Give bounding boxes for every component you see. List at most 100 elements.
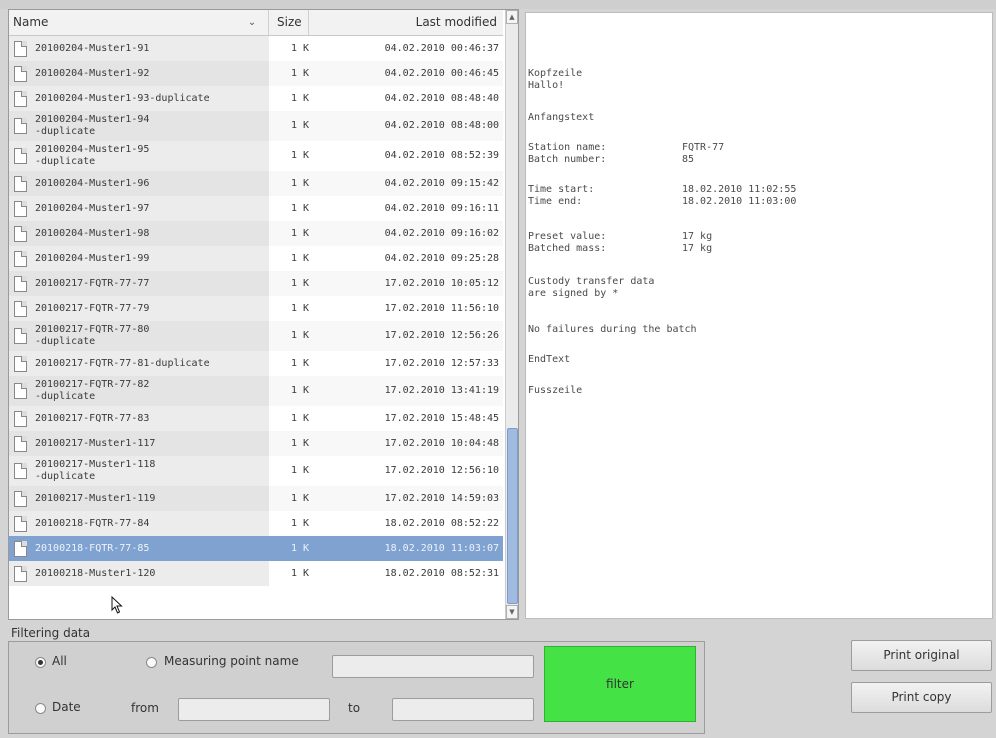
sort-chevron-down-icon[interactable]: ⌄ — [245, 10, 259, 35]
row-file-name: 20100204-Muster1-93-duplicate — [35, 93, 267, 105]
date-to-input[interactable] — [392, 698, 534, 721]
table-row[interactable]: 20100217-Muster1-118 -duplicate 1 K 17.02.2… — [9, 456, 503, 486]
row-file-size: 1 K — [291, 227, 310, 239]
scrollbar-thumb[interactable] — [507, 428, 518, 604]
row-last-modified: 04.02.2010 09:15:42 — [384, 177, 499, 189]
table-row[interactable]: 20100217-Muster1-117 1 K 17.02.2010 10:04:… — [9, 431, 503, 456]
scroll-up-arrow-icon[interactable]: ▲ — [506, 10, 518, 24]
file-icon — [14, 148, 27, 164]
preview-line-label: Anfangstext — [528, 112, 595, 123]
preview-line-value: 18.02.2010 11:03:00 — [682, 196, 797, 207]
preview-line-label: Hallo! — [528, 80, 565, 91]
radio-all[interactable] — [35, 657, 46, 668]
row-file-size: 1 K — [291, 67, 310, 79]
table-row[interactable]: 20100217-FQTR-77-81-duplicate 1 K 17.02.20… — [9, 351, 503, 376]
row-file-size: 1 K — [291, 177, 310, 189]
column-header-size[interactable]: Size — [269, 10, 309, 35]
row-file-size: 1 K — [291, 120, 310, 131]
column-header-modified[interactable]: Last modified — [309, 10, 503, 35]
print-original-button[interactable]: Print original — [851, 640, 992, 671]
row-file-name: 20100217-Muster1-118 -duplicate — [35, 459, 267, 483]
row-file-size: 1 K — [291, 412, 310, 424]
table-row[interactable]: 20100204-Muster1-99 1 K 04.02.2010 09:25:2… — [9, 246, 503, 271]
row-file-name-line: 20100217-Muster1-119 — [35, 492, 156, 504]
file-icon — [14, 565, 27, 582]
row-file-size: 1 K — [291, 437, 310, 449]
print-copy-button[interactable]: Print copy — [851, 682, 992, 713]
date-from-label: from — [131, 701, 159, 715]
preview-line-label: Time start: — [528, 184, 595, 195]
row-file-name-line: 20100204-Muster1-94 — [35, 114, 150, 125]
file-icon — [14, 275, 27, 292]
row-file-name: 20100217-FQTR-77-80 -duplicate — [35, 324, 267, 348]
measuring-point-input[interactable] — [332, 655, 534, 678]
row-file-size: 1 K — [291, 202, 310, 214]
table-row[interactable]: 20100204-Muster1-98 1 K 04.02.2010 09:16:0… — [9, 221, 503, 246]
row-last-modified: 17.02.2010 12:56:10 — [384, 465, 499, 476]
file-icon — [14, 225, 27, 242]
preview-line-value: 85 — [682, 154, 695, 165]
column-header-name[interactable]: Name — [9, 10, 269, 35]
table-row[interactable]: 20100217-FQTR-77-82 -duplicate 1 K 17.02.20… — [9, 376, 503, 406]
scroll-down-arrow-icon[interactable]: ▼ — [506, 605, 518, 619]
radio-date[interactable] — [35, 703, 46, 714]
file-icon — [14, 463, 27, 479]
row-file-name-line: 20100204-Muster1-93-duplicate — [35, 92, 210, 104]
row-file-size: 1 K — [291, 385, 310, 396]
file-icon — [14, 540, 27, 557]
table-row[interactable]: 20100204-Muster1-97 1 K 04.02.2010 09:16:1… — [9, 196, 503, 221]
table-row[interactable]: 20100204-Muster1-94 -duplicate 1 K 04.02.20… — [9, 111, 503, 141]
row-file-name: 20100217-Muster1-117 — [35, 438, 267, 450]
row-file-name: 20100217-FQTR-77-83 — [35, 413, 267, 425]
row-file-name-line: -duplicate — [35, 471, 96, 482]
row-last-modified: 18.02.2010 11:03:07 — [384, 542, 499, 554]
filter-button[interactable]: filter — [544, 646, 696, 722]
preview-line-label: Kopfzeile — [528, 68, 583, 79]
row-last-modified: 04.02.2010 09:16:11 — [384, 202, 499, 214]
row-file-name-line: 20100218-FQTR-77-84 — [35, 517, 150, 529]
table-row[interactable]: 20100204-Muster1-96 1 K 04.02.2010 09:15:4… — [9, 171, 503, 196]
file-icon — [14, 435, 27, 452]
row-file-name-line: 20100217-FQTR-77-80 — [35, 324, 150, 335]
row-file-name: 20100218-FQTR-77-84 — [35, 518, 267, 530]
file-icon — [14, 65, 27, 82]
table-row[interactable]: 20100218-FQTR-77-84 1 K 18.02.2010 08:52:2… — [9, 511, 503, 536]
preview-line-label: Time end: — [528, 196, 583, 207]
table-row[interactable]: 20100217-FQTR-77-77 1 K 17.02.2010 10:05:1… — [9, 271, 503, 296]
preview-line-label: are signed by * — [528, 288, 619, 299]
table-row[interactable]: 20100204-Muster1-93-duplicate 1 K 04.02.20… — [9, 86, 503, 111]
row-last-modified: 17.02.2010 12:56:26 — [384, 330, 499, 341]
table-row[interactable]: 20100204-Muster1-92 1 K 04.02.2010 00:46:4… — [9, 61, 503, 86]
radio-measuring-point[interactable] — [146, 657, 157, 668]
file-icon — [14, 490, 27, 507]
table-row[interactable]: 20100217-FQTR-77-79 1 K 17.02.2010 11:56:1… — [9, 296, 503, 321]
list-scrollbar[interactable]: ▲ ▼ — [505, 10, 518, 619]
row-last-modified: 04.02.2010 00:46:37 — [384, 42, 499, 54]
table-row[interactable]: 20100217-FQTR-77-80 -duplicate 1 K 17.02.20… — [9, 321, 503, 351]
preview-line-label: Preset value: — [528, 231, 607, 242]
row-last-modified: 04.02.2010 09:16:02 — [384, 227, 499, 239]
preview-line-value: 17 kg — [682, 243, 713, 254]
row-last-modified: 17.02.2010 14:59:03 — [384, 492, 499, 504]
radio-date-label: Date — [52, 700, 81, 714]
table-row[interactable]: 20100218-Muster1-120 1 K 18.02.2010 08:52:… — [9, 561, 503, 586]
file-list: Name ⌄ Size Last modified 20100204-Muste… — [8, 9, 519, 620]
table-row[interactable]: 20100204-Muster1-91 1 K 04.02.2010 00:46:3… — [9, 36, 503, 61]
table-row[interactable]: 20100217-FQTR-77-83 1 K 17.02.2010 15:48:4… — [9, 406, 503, 431]
row-last-modified: 17.02.2010 15:48:45 — [384, 412, 499, 424]
row-last-modified: 17.02.2010 12:57:33 — [384, 357, 499, 369]
row-file-size: 1 K — [291, 517, 310, 529]
file-rows: 20100204-Muster1-91 1 K 04.02.2010 00:46:3… — [9, 36, 503, 619]
row-file-name-line: -duplicate — [35, 391, 96, 402]
row-file-name-line: 20100204-Muster1-96 — [35, 177, 150, 189]
row-file-name: 20100217-Muster1-119 — [35, 493, 267, 505]
row-last-modified: 17.02.2010 10:04:48 — [384, 437, 499, 449]
table-row[interactable]: 20100217-Muster1-119 1 K 17.02.2010 14:59:… — [9, 486, 503, 511]
file-icon — [14, 383, 27, 399]
row-file-size: 1 K — [291, 42, 310, 54]
date-from-input[interactable] — [178, 698, 330, 721]
preview-line-label: Station name: — [528, 142, 607, 153]
file-icon — [14, 328, 27, 344]
table-row[interactable]: 20100204-Muster1-95 -duplicate 1 K 04.02.20… — [9, 141, 503, 171]
table-row[interactable]: 20100218-FQTR-77-85 1 K 18.02.2010 11:03:0… — [9, 536, 503, 561]
